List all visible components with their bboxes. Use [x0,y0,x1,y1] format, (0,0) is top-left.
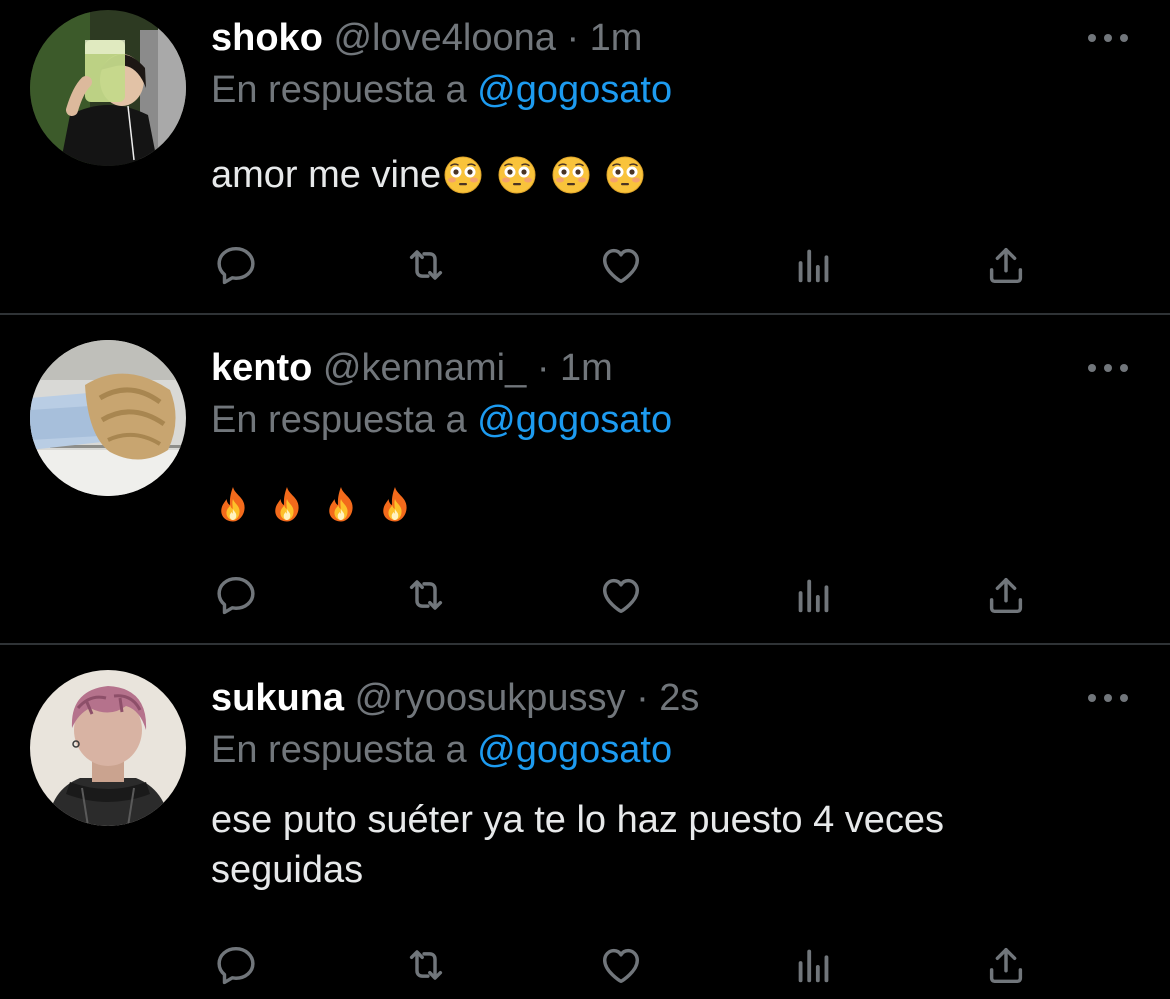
tweet-header: shoko @love4loona · 1m [211,16,642,60]
tweet-actions [211,572,1031,618]
fire-emoji [375,485,415,525]
reply-context: En respuesta a @gogosato [211,398,672,442]
avatar[interactable] [30,670,186,826]
timestamp[interactable]: 2s [659,677,699,719]
more-options-icon[interactable] [1088,692,1128,704]
separator: · [636,677,649,719]
like-icon[interactable] [598,572,644,618]
views-icon[interactable] [791,942,837,988]
flushed-face-emoji [605,155,645,195]
share-icon[interactable] [983,942,1029,988]
flushed-face-emoji [551,155,591,195]
user-handle[interactable]: @kennami_ [323,347,526,389]
reply-mention-link[interactable]: @gogosato [477,399,672,441]
user-handle[interactable]: @love4loona [333,17,555,59]
reply-prefix: En respuesta a [211,729,467,771]
reply-prefix: En respuesta a [211,69,467,111]
fire-emoji [267,485,307,525]
avatar[interactable] [30,340,186,496]
tweet-header: kento @kennami_ · 1m [211,346,613,390]
reply-icon[interactable] [213,942,259,988]
tweet-actions [211,942,1031,988]
like-icon[interactable] [598,942,644,988]
tweet[interactable]: sukuna @ryoosukpussy · 2s En respuesta a… [0,645,1170,999]
fire-emoji [321,485,361,525]
retweet-icon[interactable] [403,942,449,988]
separator: · [566,17,580,59]
avatar[interactable] [30,10,186,166]
tweet-text-content: amor me vine [211,154,442,196]
display-name[interactable]: kento [211,347,312,389]
tweet-text: ese puto suéter ya te lo haz puesto 4 ve… [211,799,945,891]
retweet-icon[interactable] [403,242,449,288]
reply-context: En respuesta a @gogosato [211,68,672,112]
share-icon[interactable] [983,572,1029,618]
like-icon[interactable] [598,242,644,288]
timestamp[interactable]: 1m [590,17,643,59]
reply-icon[interactable] [213,242,259,288]
reply-mention-link[interactable]: @gogosato [477,69,672,111]
flushed-face-emoji [497,155,537,195]
flushed-face-emoji [443,155,483,195]
fire-emoji [213,485,253,525]
views-icon[interactable] [791,572,837,618]
reply-prefix: En respuesta a [211,399,467,441]
tweet[interactable]: shoko @love4loona · 1m En respuesta a @g… [0,0,1170,315]
tweet[interactable]: kento @kennami_ · 1m En respuesta a @gog… [0,315,1170,645]
views-icon[interactable] [791,242,837,288]
user-handle[interactable]: @ryoosukpussy [355,677,626,719]
tweet-actions [211,242,1031,288]
display-name[interactable]: sukuna [211,677,344,719]
reply-context: En respuesta a @gogosato [211,728,672,772]
share-icon[interactable] [983,242,1029,288]
reply-icon[interactable] [213,572,259,618]
display-name[interactable]: shoko [211,17,323,59]
tweet-text [211,485,1111,525]
retweet-icon[interactable] [403,572,449,618]
tweet-text: amor me vine [211,150,1111,200]
more-options-icon[interactable] [1088,362,1128,374]
reply-mention-link[interactable]: @gogosato [477,729,672,771]
tweet-header: sukuna @ryoosukpussy · 2s [211,676,699,720]
more-options-icon[interactable] [1088,32,1128,44]
separator: · [536,347,550,389]
timestamp[interactable]: 1m [560,347,613,389]
